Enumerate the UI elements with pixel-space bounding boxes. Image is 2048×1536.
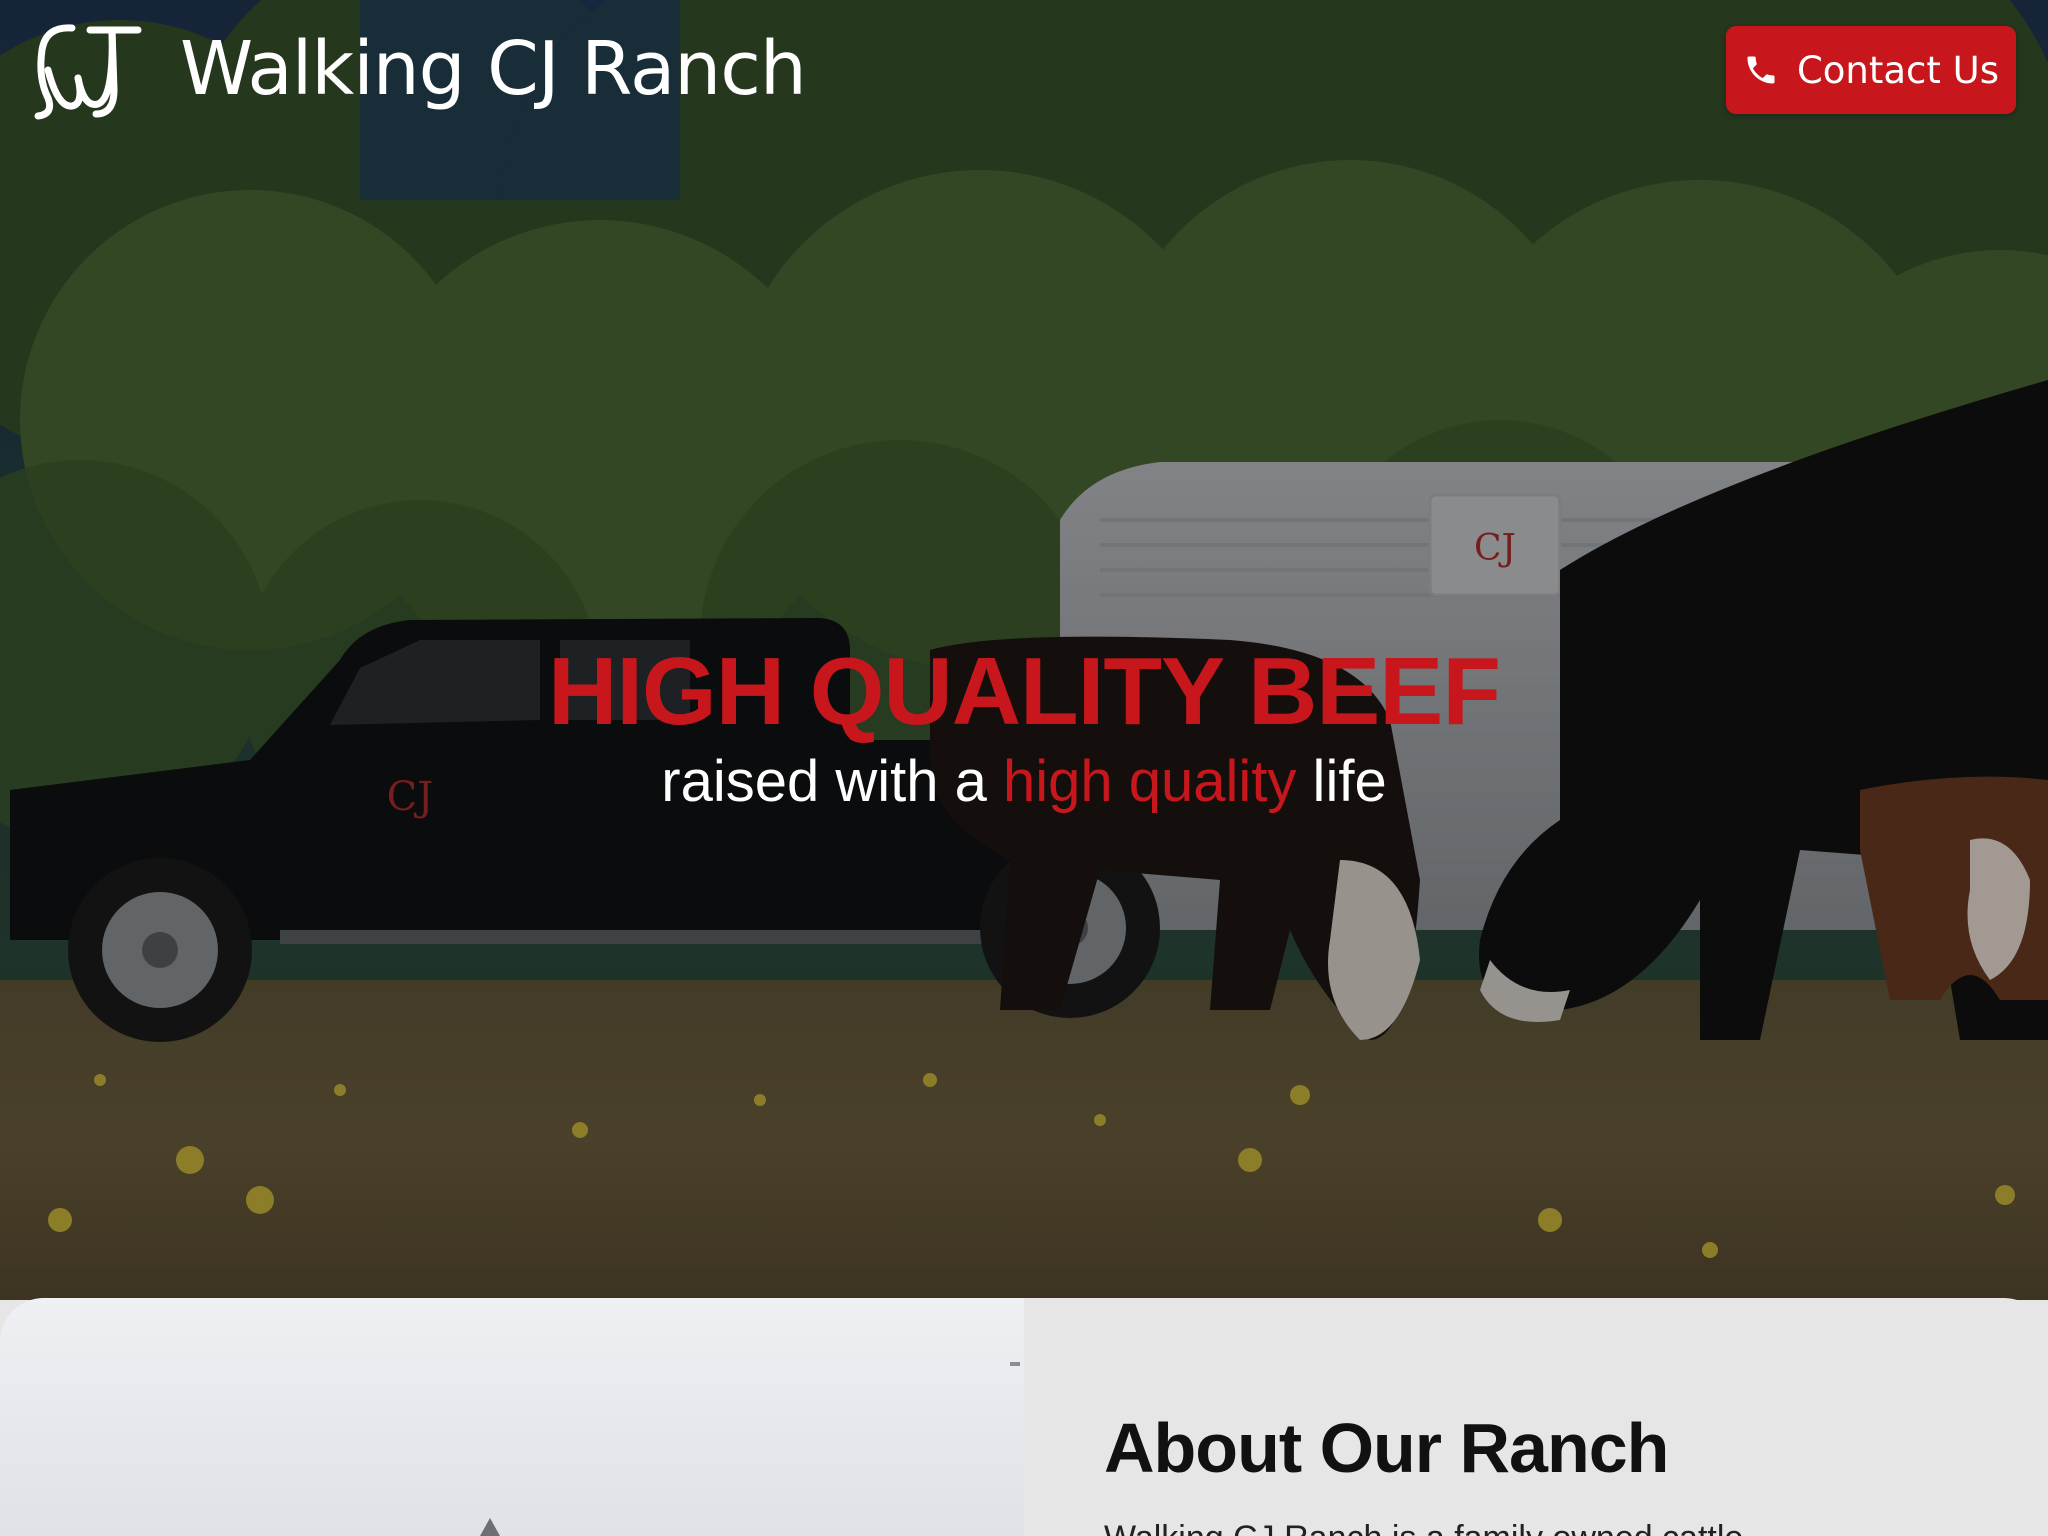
- site-title[interactable]: Walking CJ Ranch: [180, 24, 807, 114]
- contact-us-label: Contact Us: [1796, 48, 2000, 92]
- about-photo-sky: [480, 1362, 1020, 1536]
- about-content: About Our Ranch Walking CJ Ranch is a fa…: [1104, 1298, 2004, 1536]
- phone-icon: [1747, 56, 1775, 84]
- hero-text-block: HIGH QUALITY BEEF raised with a high qua…: [0, 640, 2048, 820]
- about-body-text: Walking CJ Ranch is a family owned cattl…: [1104, 1516, 1743, 1536]
- contact-us-button[interactable]: Contact Us: [1726, 26, 2016, 114]
- hero-subline-after: life: [1296, 749, 1387, 814]
- site-header: Walking CJ Ranch Contact Us: [0, 0, 2048, 140]
- about-photo: [0, 1298, 1024, 1536]
- about-title: About Our Ranch: [1104, 1409, 1669, 1487]
- about-section: About Our Ranch Walking CJ Ranch is a fa…: [0, 1298, 2048, 1536]
- hero-section: CJ CJ Walking CJ Ranch Contact Us HIGH Q…: [0, 0, 2048, 1300]
- hero-subline: raised with a high quality life: [0, 744, 2048, 820]
- hero-subline-accent: high quality: [1003, 749, 1297, 814]
- hero-headline: HIGH QUALITY BEEF: [548, 638, 1501, 745]
- cj-brand-logo[interactable]: [28, 18, 146, 122]
- hero-subline-before: raised with a: [661, 749, 1003, 814]
